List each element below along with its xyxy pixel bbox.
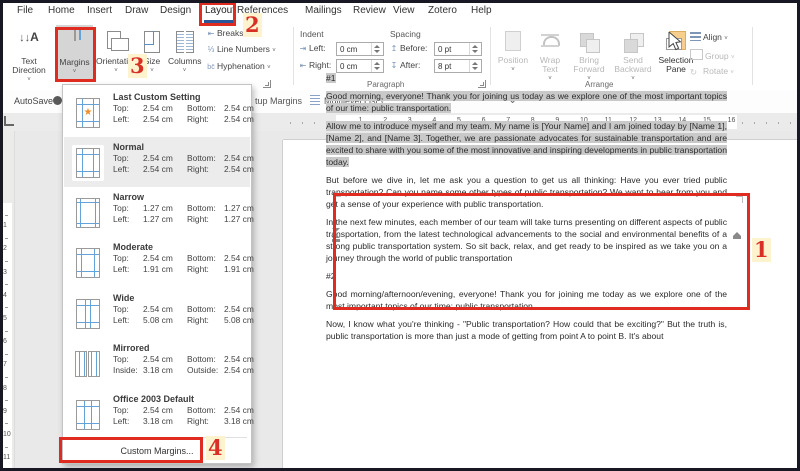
spacing-after-icon: ↧ [390, 61, 398, 70]
spacing-before-icon: ↥ [390, 44, 398, 53]
spacing-after-input[interactable]: 8 pt [434, 59, 482, 73]
tab-layout[interactable]: Layout [205, 5, 235, 16]
multilevel-list-icon [310, 95, 320, 105]
line-numbers-button[interactable]: ⅓ Line Numbers ˅ [205, 44, 276, 58]
spacing-before-input[interactable]: 0 pt [434, 42, 482, 56]
tab-draw[interactable]: Draw [125, 5, 148, 16]
chevron-down-icon: ˅ [72, 69, 77, 75]
text-boundary-mark [334, 196, 341, 203]
bring-forward-icon [578, 31, 600, 53]
mirrored-margins-icon [74, 349, 102, 379]
align-icon [690, 32, 701, 41]
text-direction-icon: ↓↓A [19, 30, 39, 44]
paragraph[interactable]: But before we dive in, let me ask you a … [326, 174, 727, 210]
margin-preset-mirrored[interactable]: Mirrored Top: 2.54 cm Bottom: 2.54 cm Insid… [64, 338, 254, 388]
page-setup-margins-clipped-text: tup Margins [255, 96, 303, 106]
position-icon [502, 31, 524, 53]
margin-preset-narrow[interactable]: Narrow Top: 1.27 cm Bottom: 1.27 cm Left: 1.… [64, 187, 254, 237]
tab-references[interactable]: References [237, 5, 288, 16]
columns-button[interactable]: Columns ˅ [168, 25, 202, 81]
autosave-label: AutoSave [14, 96, 54, 106]
send-backward-icon [622, 31, 644, 53]
tab-help[interactable]: Help [471, 5, 492, 16]
columns-icon [175, 30, 195, 54]
tab-mailings[interactable]: Mailings [305, 5, 342, 16]
document-text[interactable]: #1 Good morning, everyone! Thank you for… [326, 72, 727, 348]
tab-insert[interactable]: Insert [87, 5, 112, 16]
last-custom-setting-icon: ★ [76, 98, 100, 128]
custom-margins-item[interactable]: Custom Margins... [64, 440, 250, 463]
page-setup-dialog-launcher[interactable] [263, 80, 271, 88]
text-direction-button[interactable]: ↓↓A Text Direction ˅ [5, 25, 53, 83]
v-ruler: 1 2 3 4 5 6 7 8 9 10 11 [0, 131, 15, 471]
spacing-title: Spacing [390, 29, 421, 39]
breaks-icon: ⇤ [207, 29, 215, 38]
group-button[interactable]: Group ˅ [690, 49, 735, 61]
margin-preset-moderate[interactable]: Moderate Top: 2.54 cm Bottom: 2.54 cm Left:… [64, 237, 254, 287]
margin-preset-office-2003[interactable]: Office 2003 Default Top: 2.54 cm Bottom: 2.… [64, 389, 254, 439]
indent-left-icon: ⇥ [299, 44, 307, 53]
mouse-cursor [668, 32, 682, 51]
breaks-button[interactable]: ⇤ Breaks [205, 28, 244, 42]
tab-zotero[interactable]: Zotero [428, 5, 457, 16]
group-objects-icon [690, 49, 703, 60]
tab-file[interactable]: File [17, 5, 33, 16]
margins-icon [73, 29, 81, 41]
paragraph[interactable]: In the next few minutes, each member of … [326, 216, 727, 264]
size-button[interactable]: Size ˅ [138, 25, 166, 81]
tab-selector[interactable] [4, 116, 14, 126]
chevron-down-icon: ˅ [114, 68, 118, 74]
moderate-margins-icon [76, 248, 100, 278]
chevron-down-icon: ˅ [182, 68, 187, 74]
tab-design[interactable]: Design [160, 5, 191, 16]
spacing-before-label: ↥ Before: [388, 43, 428, 57]
indent-left-input[interactable]: 0 cm [336, 42, 384, 56]
orientation-icon [105, 30, 129, 54]
paragraph[interactable]: Now, I know what you're thinking - "Publ… [326, 318, 727, 342]
word-window: File Home Insert Draw Design Layout Refe… [0, 0, 800, 471]
indent-right-input[interactable]: 0 cm [336, 59, 384, 73]
hyphenation-button[interactable]: bc̄ Hyphenation ˅ [205, 61, 270, 75]
menu-bar: File Home Insert Draw Design Layout Refe… [0, 0, 800, 24]
narrow-margins-icon [76, 198, 100, 228]
wide-margins-icon [76, 299, 100, 329]
menu-separator [67, 437, 247, 438]
indent-right-icon: ⇤ [299, 61, 307, 70]
paragraph[interactable]: #2 [326, 270, 727, 282]
right-indent-marker[interactable] [733, 232, 741, 239]
normal-margins-icon [76, 148, 100, 178]
paragraph[interactable]: Allow me to introduce myself and my team… [326, 120, 727, 168]
line-numbers-icon: ⅓ [207, 45, 215, 54]
tab-view[interactable]: View [393, 5, 415, 16]
margins-button[interactable]: Margins ˅ [56, 25, 93, 79]
margin-preset-normal[interactable]: Normal Top: 2.54 cm Bottom: 2.54 cm Left: 2.… [64, 137, 254, 187]
group-separator [752, 27, 753, 85]
autosave-toggle[interactable] [53, 96, 62, 105]
orientation-button[interactable]: Orientation ˅ [96, 25, 138, 81]
hyphenation-icon: bc̄ [207, 64, 215, 71]
margin-preset-last-custom[interactable]: ★ Last Custom Setting Top: 2.54 cm Bottom:… [64, 87, 254, 137]
paragraph[interactable]: Good morning/afternoon/evening, everyone… [326, 288, 727, 312]
chevron-down-icon: ˅ [27, 77, 31, 83]
chevron-down-icon: ˅ [150, 68, 154, 74]
align-button[interactable]: Align ˅ [690, 32, 728, 42]
star-icon: ★ [83, 107, 93, 118]
text-boundary-mark [736, 196, 743, 203]
active-tab-underline [204, 20, 234, 23]
paragraph[interactable]: Good morning, everyone! Thank you for jo… [326, 90, 727, 114]
paragraph[interactable]: #1 [326, 72, 727, 84]
group-separator [293, 27, 294, 85]
wrap-text-icon [539, 31, 561, 53]
office-2003-margins-icon [76, 400, 100, 430]
first-line-indent-marker[interactable] [332, 228, 340, 242]
margin-preset-wide[interactable]: Wide Top: 2.54 cm Bottom: 2.54 cm Left: 5.08… [64, 288, 254, 338]
indent-title: Indent [300, 29, 324, 39]
margins-dropdown: ★ Last Custom Setting Top: 2.54 cm Bottom:… [62, 84, 254, 464]
tab-home[interactable]: Home [48, 5, 75, 16]
tab-review[interactable]: Review [353, 5, 386, 16]
size-icon [143, 30, 161, 54]
indent-left-label: ⇥ Left: [297, 43, 326, 57]
